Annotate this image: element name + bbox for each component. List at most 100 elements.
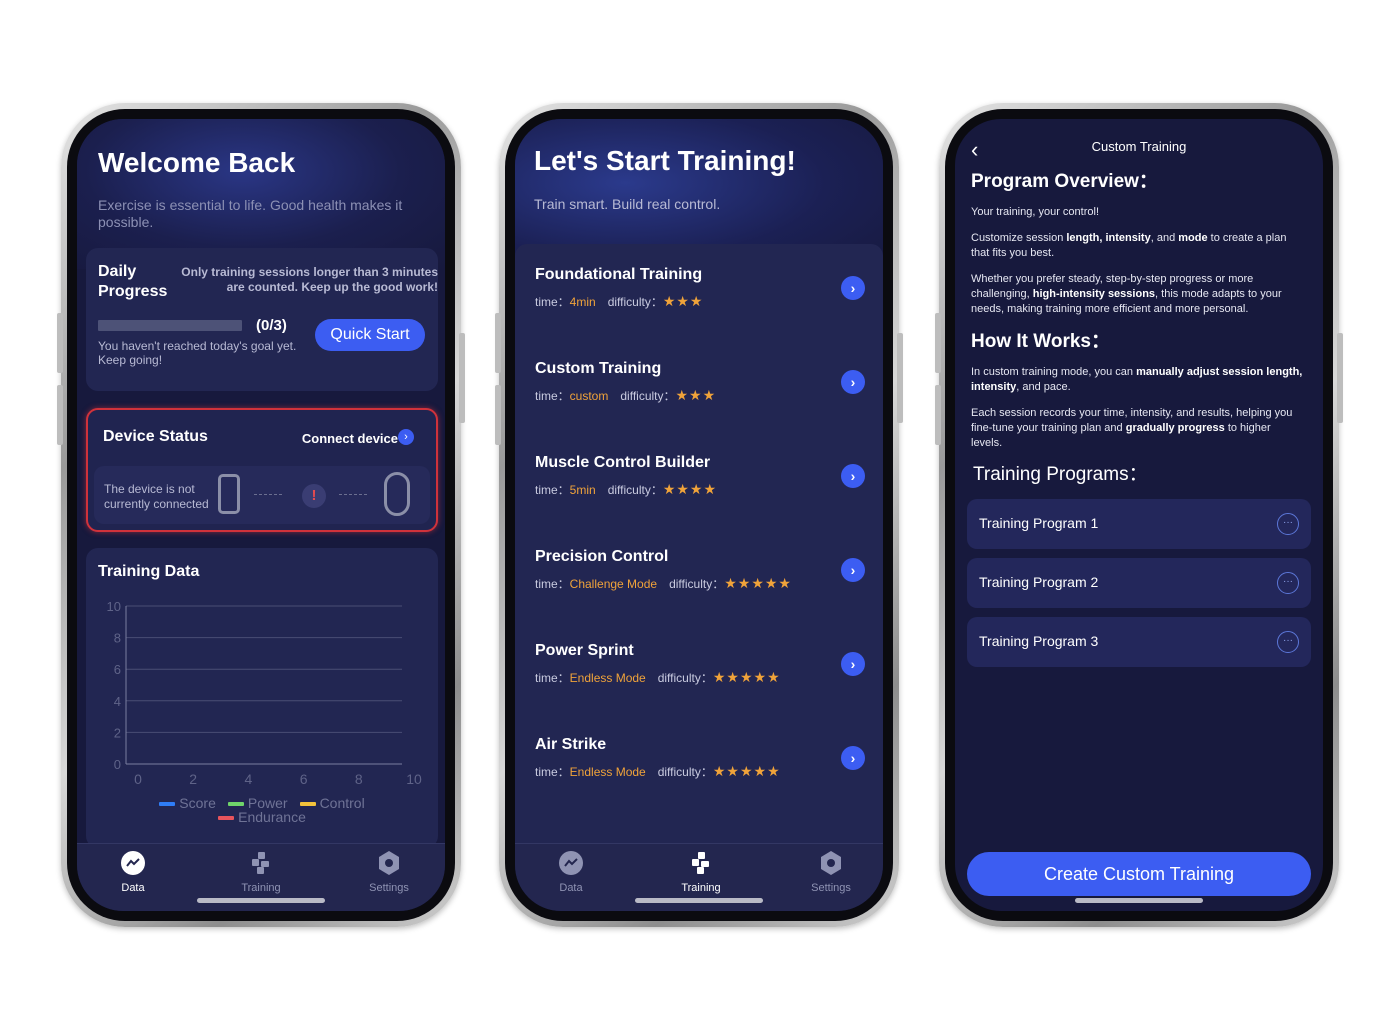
difficulty-stars: ★★★★★	[724, 575, 792, 591]
difficulty-stars: ★★★★★	[712, 763, 781, 779]
training-item[interactable]: Foundational Training time：4min difficult…	[535, 244, 883, 338]
chevron-right-icon[interactable]: ›	[841, 276, 865, 300]
chevron-right-icon[interactable]: ›	[841, 370, 865, 394]
training-programs-title: Training Programs：	[973, 464, 1148, 485]
difficulty-label: difficulty：	[657, 765, 713, 779]
training-item[interactable]: Precision Control time：Challenge Mode dif…	[535, 526, 883, 620]
power-button	[897, 333, 903, 423]
how-it-works-title: How It Works：	[971, 331, 1110, 352]
difficulty-stars: ★★★★	[662, 481, 718, 497]
tab-settings[interactable]: Settings	[791, 850, 871, 894]
time-label: time：	[535, 389, 570, 403]
power-button	[1337, 333, 1343, 423]
tab-training[interactable]: Training	[661, 850, 741, 894]
legend-swatch	[218, 816, 235, 821]
training-meta: time：Endless Mode difficulty：★★★★★	[535, 669, 781, 686]
training-item[interactable]: Power Sprint time：Endless Mode difficulty…	[535, 620, 883, 714]
chevron-right-icon[interactable]: ›	[841, 464, 865, 488]
training-screen: Let's Start Training! Train smart. Build…	[515, 119, 883, 911]
y-tick-label: 6	[114, 662, 121, 677]
program-label: Training Program 3	[979, 633, 1099, 649]
volume-button	[935, 313, 941, 373]
page-subtitle: Train smart. Build real control.	[534, 196, 721, 212]
progress-count: (0/3)	[256, 317, 287, 334]
volume-button	[935, 385, 941, 445]
x-tick-label: 4	[245, 771, 253, 787]
device-status-text: The device is not currently connected	[104, 482, 209, 511]
create-custom-training-button[interactable]: Create Custom Training	[967, 852, 1311, 896]
training-name: Foundational Training	[535, 266, 703, 283]
training-item[interactable]: Custom Training time：custom difficulty：★★…	[535, 338, 883, 432]
y-tick-label: 4	[114, 694, 121, 709]
text: , and	[1150, 232, 1179, 244]
training-name: Muscle Control Builder	[535, 454, 711, 471]
page-title: Welcome Back	[98, 147, 296, 178]
x-tick-label: 0	[134, 771, 142, 787]
training-time: Challenge Mode	[569, 577, 658, 591]
training-program-item[interactable]: Training Program 3 ···	[967, 617, 1311, 667]
page-header: Custom Training	[1091, 139, 1187, 154]
tab-data[interactable]: Data	[531, 850, 611, 894]
difficulty-label: difficulty：	[620, 389, 676, 403]
y-tick-label: 10	[107, 599, 121, 614]
connection-line	[339, 494, 367, 495]
chevron-right-icon[interactable]: ›	[841, 558, 865, 582]
chevron-right-icon[interactable]: ›	[841, 652, 865, 676]
training-time: Endless Mode	[569, 765, 646, 779]
legend-label: Endurance	[238, 809, 306, 825]
training-program-item[interactable]: Training Program 2 ···	[967, 558, 1311, 608]
device-status-title: Device Status	[103, 428, 208, 445]
volume-button	[57, 385, 63, 445]
training-meta: time：5min difficulty：★★★★	[535, 481, 717, 498]
training-time: 4min	[569, 295, 596, 309]
more-options-icon[interactable]: ···	[1277, 631, 1299, 653]
text: Customize session	[971, 232, 1067, 244]
program-label: Training Program 1	[979, 515, 1099, 531]
phone-frame-data: Welcome Back Exercise is essential to li…	[57, 103, 465, 927]
phone-frame-training: Let's Start Training! Train smart. Build…	[495, 103, 903, 927]
how-paragraph: In custom training mode, you can manuall…	[971, 365, 1303, 395]
legend-item: Endurance	[218, 810, 306, 824]
volume-button	[495, 313, 501, 373]
more-options-icon[interactable]: ···	[1277, 513, 1299, 535]
x-tick-label: 6	[300, 771, 308, 787]
chevron-right-icon[interactable]: ›	[398, 429, 414, 445]
tab-data[interactable]: Data	[93, 850, 173, 894]
training-name: Precision Control	[535, 548, 669, 565]
phone-frame-custom-training: ‹ Custom Training Program Overview： Your…	[935, 103, 1343, 927]
training-name: Custom Training	[535, 360, 662, 377]
more-options-icon[interactable]: ···	[1277, 572, 1299, 594]
time-label: time：	[535, 765, 570, 779]
training-item[interactable]: Air Strike time：Endless Mode difficulty：★…	[535, 714, 883, 808]
quick-start-button[interactable]: Quick Start	[315, 319, 425, 351]
daily-progress-card: Daily Progress Only training sessions lo…	[86, 248, 438, 391]
volume-button	[57, 313, 63, 373]
volume-button	[495, 385, 501, 445]
device-status-panel: The device is not currently connected !	[94, 466, 430, 524]
legend-swatch	[227, 802, 244, 807]
training-item[interactable]: Muscle Control Builder time：5min difficul…	[535, 432, 883, 526]
legend-swatch	[159, 802, 176, 807]
emphasis: high-intensity sessions	[1032, 288, 1156, 300]
legend-item: Control	[299, 795, 365, 811]
tab-settings[interactable]: Settings	[349, 850, 429, 894]
home-indicator	[197, 898, 325, 903]
chevron-right-icon[interactable]: ›	[841, 746, 865, 770]
training-time: 5min	[569, 483, 596, 497]
emphasis: gradually progress	[1125, 422, 1225, 434]
daily-progress-title: Daily Progress	[98, 263, 168, 300]
connect-device-link[interactable]: Connect device	[302, 431, 398, 446]
time-label: time：	[535, 483, 570, 497]
legend-label: Control	[319, 795, 365, 811]
training-program-item[interactable]: Training Program 1 ···	[967, 499, 1311, 549]
tab-label: Settings	[811, 882, 851, 894]
tab-training[interactable]: Training	[221, 850, 301, 894]
y-tick-label: 2	[114, 725, 121, 740]
difficulty-stars: ★★★	[662, 293, 704, 309]
home-indicator	[635, 898, 763, 903]
training-meta: time：Challenge Mode difficulty：★★★★★	[535, 575, 792, 592]
settings-icon	[821, 851, 841, 875]
training-time: custom	[569, 389, 609, 403]
training-data-chart: 0 2 4 6 8 10 0 2 4 6 8 10	[107, 599, 422, 787]
training-meta: time：custom difficulty：★★★	[535, 387, 716, 404]
